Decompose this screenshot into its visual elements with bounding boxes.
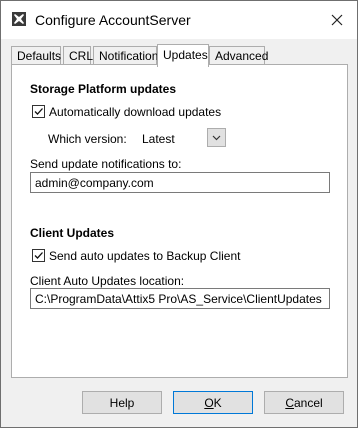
version-value[interactable]: Latest xyxy=(142,132,175,146)
dialog-window: Configure AccountServer Defaults CRL Not… xyxy=(0,0,358,428)
close-icon xyxy=(331,9,343,32)
cancel-button[interactable]: Cancel xyxy=(264,391,344,414)
title-bar: Configure AccountServer xyxy=(1,1,357,39)
send-auto-updates-label: Send auto updates to Backup Client xyxy=(49,249,241,263)
version-dropdown-button[interactable] xyxy=(207,128,226,147)
tab-label: Defaults xyxy=(17,49,62,63)
close-button[interactable] xyxy=(317,1,357,39)
help-button[interactable]: Help xyxy=(82,391,162,414)
client-updates-location-field[interactable]: C:\ProgramData\Attix5 Pro\AS_Service\Cli… xyxy=(30,288,330,309)
tab-label: Notification xyxy=(99,49,159,63)
storage-heading: Storage Platform updates xyxy=(30,82,177,96)
send-auto-updates-checkbox[interactable] xyxy=(32,249,45,262)
auto-download-checkbox[interactable] xyxy=(32,105,45,118)
notify-email-field[interactable]: admin@company.com xyxy=(30,172,330,193)
tab-crl[interactable]: CRL xyxy=(63,46,94,65)
tab-advanced[interactable]: Advanced xyxy=(209,46,269,65)
window-title: Configure AccountServer xyxy=(35,12,191,28)
updates-panel: Storage Platform updates Automatically d… xyxy=(11,64,348,378)
auto-download-label: Automatically download updates xyxy=(49,105,222,119)
location-label: Client Auto Updates location: xyxy=(30,274,185,288)
checkmark-icon xyxy=(34,108,43,115)
notify-label: Send update notifications to: xyxy=(30,157,182,171)
ok-button-label: OK xyxy=(204,395,222,410)
client-heading: Client Updates xyxy=(30,226,115,240)
help-button-label: Help xyxy=(109,395,135,410)
tab-label: Advanced xyxy=(215,49,269,63)
tab-defaults[interactable]: Defaults xyxy=(11,46,61,65)
ok-button[interactable]: OK xyxy=(173,391,253,414)
tab-label: CRL xyxy=(69,49,94,63)
version-label: Which version: xyxy=(48,132,127,146)
app-icon xyxy=(11,11,27,27)
tab-updates[interactable]: Updates xyxy=(157,44,209,67)
checkmark-icon xyxy=(34,252,43,259)
chevron-down-icon xyxy=(212,135,221,140)
cancel-button-label: Cancel xyxy=(285,395,323,410)
tab-label: Updates xyxy=(163,48,208,62)
tab-notification[interactable]: Notification xyxy=(93,46,159,65)
